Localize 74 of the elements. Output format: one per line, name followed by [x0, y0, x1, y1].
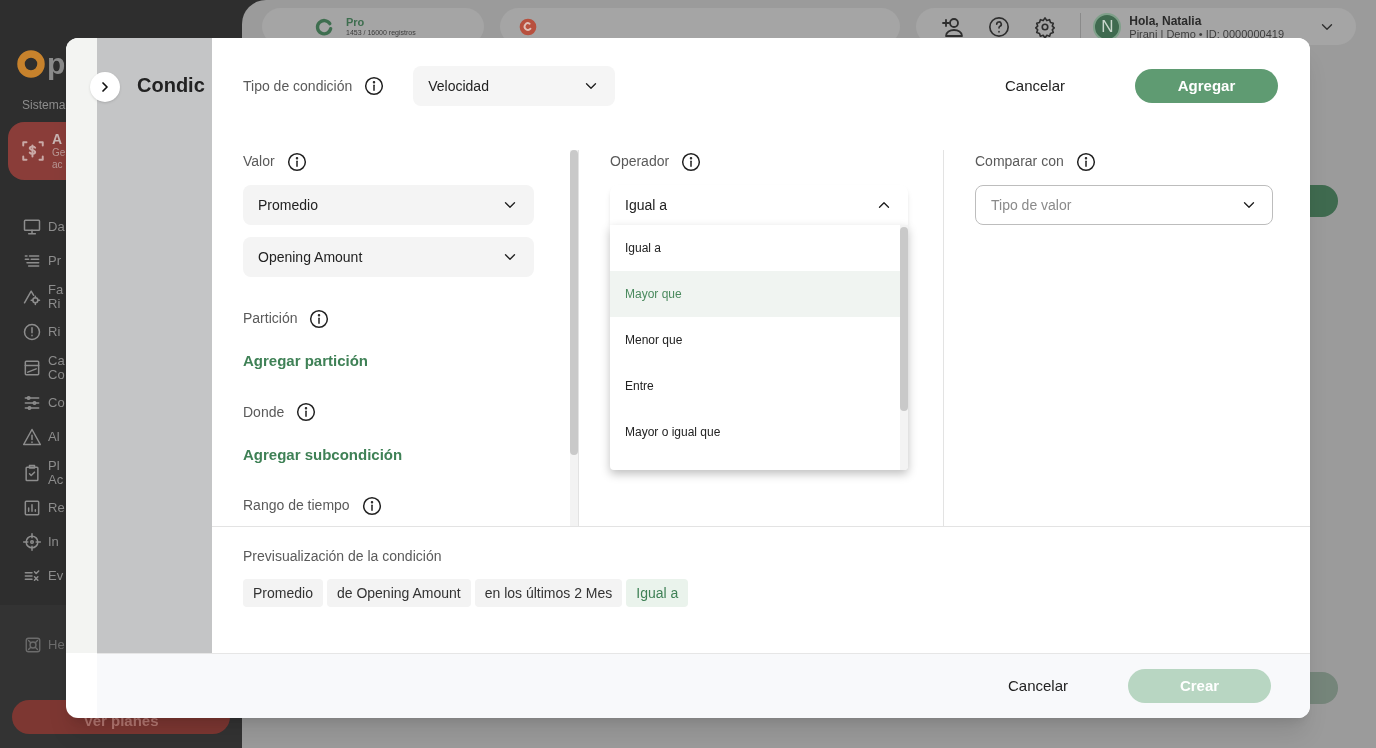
section-label: Sistema — [21, 97, 67, 114]
dropdown-option[interactable]: Igual a — [610, 225, 900, 271]
nav-label[interactable]: Re — [48, 501, 65, 515]
info-icon[interactable] — [364, 76, 385, 96]
nav-label[interactable]: Ri — [48, 296, 64, 311]
panel-title: Condic — [137, 73, 206, 98]
dropdown-option[interactable]: Entre — [610, 363, 900, 409]
preview-label: Previsualización de la condición — [243, 547, 443, 566]
nav-label[interactable]: He — [48, 635, 65, 655]
logo-text: p — [47, 49, 66, 79]
scrollbar-thumb[interactable] — [900, 227, 908, 411]
card-title: A — [52, 131, 64, 147]
condition-chip: de Opening Amount — [326, 579, 471, 607]
compare-select[interactable]: Tipo de valor — [975, 185, 1273, 225]
info-icon[interactable] — [296, 402, 317, 422]
plan-name: Pro — [346, 15, 366, 28]
cancel-button[interactable]: Cancelar — [1003, 674, 1072, 698]
clipboard-check-icon[interactable] — [22, 462, 42, 483]
ring-logo-icon — [16, 49, 46, 79]
nav-label[interactable]: Ac — [48, 472, 64, 487]
rating-badge-icon — [518, 16, 538, 37]
condition-chip: Igual a — [626, 579, 689, 607]
nav-label[interactable]: Co — [48, 396, 65, 410]
add-button[interactable]: Agregar — [1135, 69, 1278, 103]
field-label: Valor — [243, 152, 275, 171]
nav-label[interactable]: Ev — [48, 569, 64, 583]
sliders-icon[interactable] — [22, 393, 42, 413]
nav-label[interactable]: In — [48, 535, 59, 549]
condition-chip: en los últimos 2 Mes — [474, 579, 623, 607]
condition-type-select[interactable]: Velocidad — [413, 66, 616, 106]
card-subtitle: ac — [52, 159, 64, 171]
field-label: Comparar con — [975, 152, 1064, 171]
nav-label[interactable]: Co — [48, 367, 65, 382]
lifebuoy-icon[interactable] — [24, 635, 42, 654]
avatar[interactable]: N — [1093, 12, 1122, 41]
dropdown-option[interactable]: Mayor o igual que — [610, 409, 900, 455]
field-label: Rango de tiempo — [243, 496, 350, 515]
info-icon[interactable] — [1075, 151, 1096, 172]
value-select[interactable]: Promedio — [243, 185, 534, 225]
value-select[interactable]: Opening Amount — [243, 237, 534, 277]
alert-circle-icon[interactable] — [22, 322, 42, 342]
nav-label[interactable]: Fa — [48, 282, 64, 297]
dropdown-option[interactable]: Mayor que — [610, 271, 900, 317]
nav-label[interactable]: Pl — [48, 458, 64, 473]
settings-icon[interactable] — [1034, 15, 1057, 38]
card-subtitle: Ge — [52, 147, 66, 159]
condition-chip: Promedio — [243, 579, 323, 607]
nav-label[interactable]: Ca — [48, 353, 65, 368]
refresh-icon — [314, 16, 334, 37]
nav-label[interactable]: Da — [48, 220, 65, 234]
operator-select[interactable]: Igual a — [610, 185, 908, 225]
field-label: Operador — [610, 152, 670, 171]
info-icon[interactable] — [286, 151, 307, 172]
nav-label[interactable]: Al — [48, 430, 60, 444]
nav-label[interactable]: Ri — [48, 325, 61, 339]
scrollbar-thumb[interactable] — [570, 150, 578, 455]
cancel-button[interactable]: Cancelar — [996, 74, 1073, 98]
add-subcondition-link[interactable]: Agregar subcondición — [243, 443, 403, 466]
bar-chart-icon[interactable] — [22, 498, 42, 518]
help-icon[interactable] — [988, 15, 1011, 38]
crosshair-icon[interactable] — [22, 532, 42, 552]
info-icon[interactable] — [309, 308, 330, 329]
info-icon[interactable] — [681, 151, 702, 172]
monitor-icon[interactable] — [22, 217, 42, 237]
user-greeting: Hola, Natalia — [1129, 14, 1203, 28]
warning-icon[interactable] — [22, 427, 42, 447]
info-icon[interactable] — [361, 495, 382, 516]
add-partition-link[interactable]: Agregar partición — [243, 350, 369, 373]
dollar-scan-icon — [20, 138, 46, 164]
field-label: Partición — [243, 309, 298, 328]
field-label: Donde — [243, 402, 285, 422]
nav-label[interactable]: Pr — [48, 254, 61, 268]
dropdown-option[interactable]: Menor que — [610, 317, 900, 363]
field-label: Tipo de condición — [243, 76, 353, 96]
